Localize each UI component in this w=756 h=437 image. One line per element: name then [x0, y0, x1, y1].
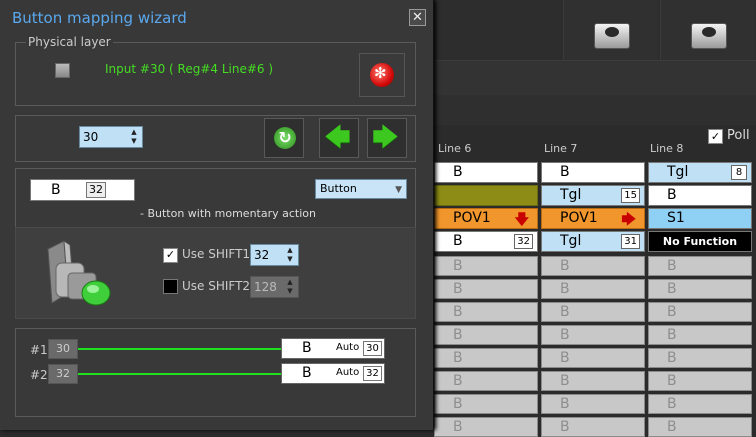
dialog-title: Button mapping wizard	[12, 9, 187, 27]
grid-cell[interactable]: B	[541, 162, 645, 183]
empty-grid-cell[interactable]: B	[648, 394, 752, 414]
physical-input-label: Input #30 ( Reg#4 Line#6 )	[105, 62, 274, 76]
grid-cell[interactable]: B 32	[434, 231, 538, 252]
physical-layer-legend: Physical layer	[26, 35, 113, 49]
reset-icon	[370, 63, 394, 87]
next-button[interactable]: 🡆	[367, 118, 407, 158]
dropdown-arrow-icon: ▼	[395, 185, 402, 195]
reload-button[interactable]: ↻	[264, 118, 304, 158]
upload-disk-button[interactable]	[563, 0, 658, 60]
cell-badge: 31	[621, 234, 640, 249]
arrow-down-icon: 🡇	[514, 212, 529, 228]
empty-grid-cell[interactable]: B	[648, 325, 752, 345]
input-number-spinner[interactable]: 30 ▲ ▼	[79, 126, 143, 148]
grid-cell[interactable]: POV1 🡇	[434, 208, 538, 229]
empty-grid-cell[interactable]: B	[648, 348, 752, 368]
disk-download-icon	[689, 13, 727, 49]
type-description: - Button with momentary action	[140, 207, 316, 220]
column-header-line8: Line 8	[650, 142, 684, 155]
grid-cell[interactable]: Tgl 31	[541, 231, 645, 252]
poll-label: Poll	[727, 128, 750, 143]
use-shift2-checkbox[interactable]	[163, 279, 178, 294]
empty-grid-cell[interactable]: B	[434, 325, 538, 345]
push-button-icon	[47, 240, 111, 306]
output-number: #1	[30, 343, 48, 357]
grid-cell[interactable]: Tgl 15	[541, 185, 645, 206]
output-field[interactable]: B Auto 30	[281, 338, 385, 359]
empty-grid-cell[interactable]: B	[648, 371, 752, 391]
close-button[interactable]: ✕	[409, 9, 426, 26]
output-input-box: 32	[48, 364, 78, 384]
spinner-arrows-icon: ▲ ▼	[287, 278, 293, 295]
button-index-badge: 32	[86, 182, 106, 198]
empty-grid-cell[interactable]: B	[434, 348, 538, 368]
button-type-select[interactable]: Button ▼	[315, 179, 407, 199]
physical-input-checkbox[interactable]	[55, 63, 70, 78]
empty-grid-cell[interactable]: B	[541, 371, 645, 391]
grid-cell[interactable]: POV1 🡆	[541, 208, 645, 229]
empty-grid-cell[interactable]: B	[541, 279, 645, 299]
empty-grid-cell[interactable]: B	[434, 371, 538, 391]
empty-grid-cell[interactable]: B	[648, 417, 752, 437]
spinner-arrows-icon: ▲ ▼	[131, 128, 137, 145]
output-input-box: 30	[48, 339, 78, 359]
empty-grid-cell[interactable]: B	[434, 302, 538, 322]
download-disk-button[interactable]	[660, 0, 755, 60]
spinner-arrows-icon: ▲ ▼	[287, 246, 293, 263]
grid-cell[interactable]: No Function	[648, 231, 752, 252]
cell-badge: 8	[731, 165, 747, 180]
empty-grid-cell[interactable]: B	[541, 256, 645, 276]
grid-cell[interactable]: B	[648, 185, 752, 206]
column-header-line6: Line 6	[438, 142, 472, 155]
grid-cell[interactable]: B	[434, 162, 538, 183]
button-mapping-field[interactable]: B 32	[30, 179, 135, 201]
empty-grid-cell[interactable]: B	[648, 256, 752, 276]
output-number: #2	[30, 368, 48, 382]
empty-grid-cell[interactable]: B	[541, 394, 645, 414]
empty-grid-cell[interactable]: B	[541, 348, 645, 368]
output-link-line	[78, 373, 281, 375]
output-field[interactable]: B Auto 32	[281, 363, 385, 384]
close-icon: ✕	[412, 10, 423, 25]
use-shift2-label: Use SHIFT2	[182, 279, 251, 293]
empty-grid-cell[interactable]: B	[541, 302, 645, 322]
grid-cell[interactable]: S1	[648, 208, 752, 229]
cell-badge: 32	[514, 234, 533, 249]
empty-grid-cell[interactable]: B	[434, 256, 538, 276]
cell-badge: 15	[621, 188, 640, 203]
use-shift1-label: Use SHIFT1	[182, 247, 251, 261]
empty-grid-cell[interactable]: B	[648, 302, 752, 322]
arrow-right-icon: 🡆	[621, 212, 636, 228]
button-mapping-dialog: Button mapping wizard ✕ Physical layer I…	[0, 0, 434, 430]
physical-reset-button[interactable]	[359, 53, 405, 97]
previous-button[interactable]: 🡄	[319, 118, 359, 158]
shift2-spinner[interactable]: 128 ▲ ▼	[250, 276, 299, 298]
empty-grid-cell[interactable]: B	[541, 417, 645, 437]
output-link-line	[78, 348, 281, 350]
arrow-left-icon: 🡄	[324, 123, 351, 153]
empty-grid-cell[interactable]: B	[434, 394, 538, 414]
disk-upload-icon	[592, 13, 630, 49]
arrow-right-icon: 🡆	[372, 123, 399, 153]
poll-checkbox[interactable]: ✓	[708, 129, 723, 144]
empty-grid-cell[interactable]: B	[648, 279, 752, 299]
reload-icon: ↻	[274, 127, 296, 149]
column-header-line7: Line 7	[544, 142, 578, 155]
empty-grid-cell[interactable]: B	[434, 279, 538, 299]
empty-grid-cell[interactable]: B	[434, 417, 538, 437]
use-shift1-checkbox[interactable]: ✓	[163, 248, 178, 263]
grid-cell[interactable]: Tgl 8	[648, 162, 752, 183]
grid-cell[interactable]	[434, 185, 538, 206]
empty-grid-cell[interactable]: B	[541, 325, 645, 345]
shift1-spinner[interactable]: 32 ▲ ▼	[250, 244, 299, 266]
